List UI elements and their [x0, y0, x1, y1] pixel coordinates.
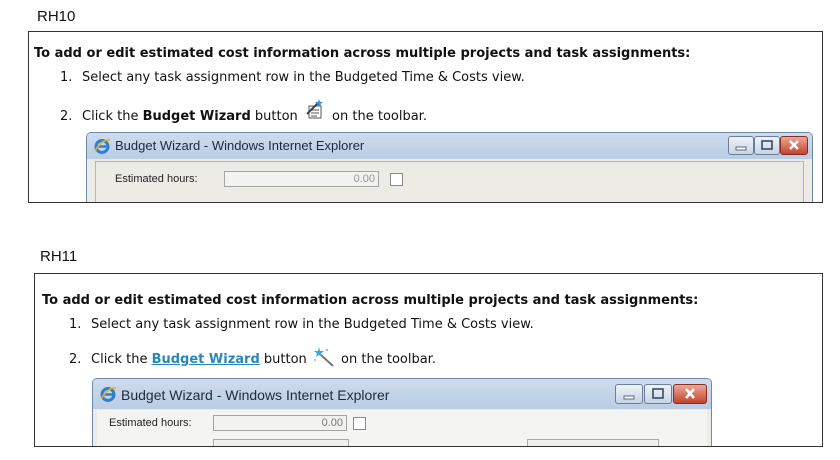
checkbox-icon[interactable] [353, 417, 366, 430]
step-1: 1. Select any task assignment row in the … [60, 70, 525, 85]
magic-wand-icon [313, 347, 335, 367]
step-2: 2. Click the Budget Wizard button on the … [69, 347, 436, 367]
step-text: on the toolbar. [327, 109, 427, 124]
estimated-hours-field[interactable]: 0.00 [213, 415, 347, 431]
maximize-icon[interactable] [644, 384, 672, 404]
close-icon[interactable] [673, 384, 707, 404]
budget-wizard-link[interactable]: Budget Wizard [152, 352, 260, 367]
budget-wizard-label: Budget Wizard [142, 109, 251, 124]
instructions-heading: To add or edit estimated cost informatio… [42, 293, 699, 308]
help-panel-rh10: To add or edit estimated cost informatio… [28, 31, 823, 203]
version-label-rh11: RH11 [40, 248, 78, 265]
estimated-hours-label: Estimated hours: [109, 417, 192, 429]
ie-content-area: Estimated hours: 0.00 [95, 161, 804, 202]
window-controls [728, 136, 808, 155]
step-text: Click the [91, 352, 152, 367]
step-text: Select any task assignment row in the Bu… [91, 317, 534, 332]
ie-window-screenshot: Budget Wizard - Windows Internet Explore… [86, 132, 813, 202]
internet-explorer-icon [99, 385, 117, 403]
step-text: button [259, 352, 311, 367]
step-number: 2. [69, 352, 82, 367]
internet-explorer-icon [93, 137, 111, 155]
step-text: on the toolbar. [336, 352, 436, 367]
step-text: Select any task assignment row in the Bu… [82, 70, 525, 85]
estimated-hours-label: Estimated hours: [115, 173, 198, 185]
ie-title-bar: Budget Wizard - Windows Internet Explore… [87, 133, 812, 159]
instructions-heading: To add or edit estimated cost informatio… [34, 46, 691, 61]
minimize-icon[interactable] [728, 136, 754, 155]
maximize-icon[interactable] [754, 136, 780, 155]
close-icon[interactable] [780, 136, 808, 155]
partial-field-row [527, 439, 659, 446]
version-label-rh10: RH10 [37, 8, 76, 25]
step-number: 1. [69, 317, 82, 332]
ie-window-screenshot: Budget Wizard - Windows Internet Explore… [92, 378, 712, 446]
step-2: 2. Click the Budget Wizard button on the … [60, 99, 427, 124]
step-text: button [250, 109, 302, 124]
window-controls [615, 384, 707, 404]
step-number: 2. [60, 109, 73, 124]
step-text: Click the [82, 109, 143, 124]
step-number: 1. [60, 70, 73, 85]
ie-content-area: Estimated hours: 0.00 [97, 410, 707, 446]
window-title: Budget Wizard - Windows Internet Explore… [121, 387, 390, 403]
help-panel-rh11: To add or edit estimated cost informatio… [34, 273, 823, 447]
minimize-icon[interactable] [615, 384, 643, 404]
checkbox-icon[interactable] [390, 173, 403, 186]
budget-wizard-toolbar-icon [304, 99, 326, 119]
ie-title-bar: Budget Wizard - Windows Internet Explore… [93, 379, 711, 409]
estimated-hours-field[interactable]: 0.00 [224, 171, 379, 187]
window-title: Budget Wizard - Windows Internet Explore… [115, 138, 365, 153]
step-1: 1. Select any task assignment row in the … [69, 317, 534, 332]
partial-field-row [213, 439, 349, 446]
